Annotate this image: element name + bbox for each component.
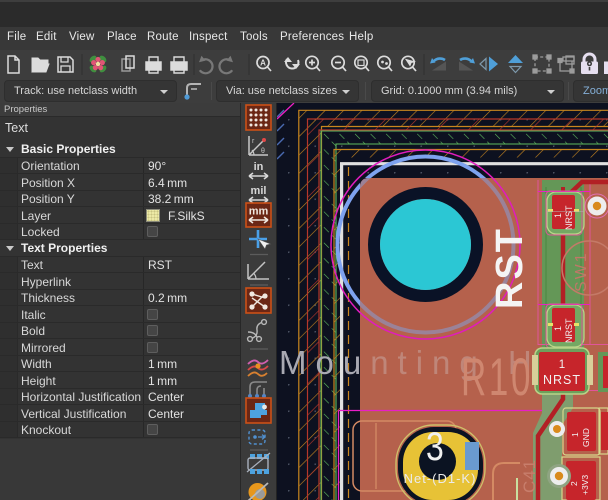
svg-text:mm: mm [249, 206, 269, 218]
svg-text:NRST: NRST [564, 318, 574, 343]
svg-text:NRST: NRST [564, 205, 574, 230]
svg-text:mil: mil [251, 185, 267, 197]
svg-text:2: 2 [569, 481, 579, 486]
svg-text:R10: R10 [461, 347, 533, 407]
svg-text:Net-(D1-K): Net-(D1-K) [404, 471, 477, 486]
svg-text:GND: GND [581, 428, 591, 447]
svg-text:3: 3 [426, 424, 444, 469]
svg-text:1: 1 [559, 359, 565, 371]
svg-text:θ: θ [261, 148, 265, 155]
svg-text:NRST: NRST [543, 373, 581, 387]
svg-text:r: r [252, 138, 255, 145]
svg-text:SW1: SW1 [573, 251, 590, 292]
svg-text:1: 1 [553, 326, 563, 331]
svg-text:RST: RST [489, 227, 531, 309]
svg-text:1: 1 [570, 432, 580, 437]
svg-text:C41: C41 [520, 459, 539, 493]
svg-text:A: A [260, 59, 266, 68]
svg-text:1: 1 [553, 213, 563, 218]
svg-text:+3V3: +3V3 [580, 475, 590, 495]
svg-text:in: in [254, 161, 264, 173]
